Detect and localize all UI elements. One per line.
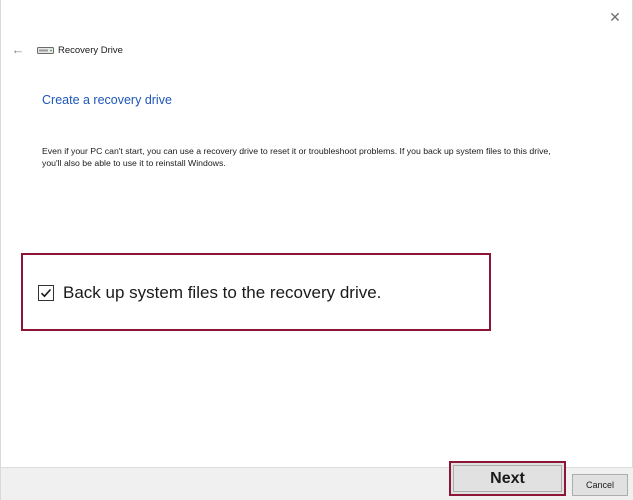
cancel-button-label: Cancel xyxy=(585,480,614,490)
next-button[interactable]: Next xyxy=(449,461,566,496)
cancel-button[interactable]: Cancel xyxy=(572,474,628,496)
back-arrow-icon[interactable]: ← xyxy=(9,41,27,59)
backup-system-files-option[interactable]: Back up system files to the recovery dri… xyxy=(38,283,381,303)
backup-checkbox[interactable] xyxy=(38,285,54,301)
window-title: Recovery Drive xyxy=(58,44,123,56)
close-icon[interactable]: ✕ xyxy=(606,8,624,26)
recovery-drive-window: ✕ ← Recovery Drive Create a recovery dri… xyxy=(0,0,633,500)
drive-icon xyxy=(37,47,54,54)
next-button-label: Next xyxy=(490,469,525,487)
title-row: ← Recovery Drive xyxy=(9,40,123,60)
page-heading: Create a recovery drive xyxy=(42,93,172,107)
checkmark-icon xyxy=(40,288,52,298)
description-text: Even if your PC can't start, you can use… xyxy=(42,146,551,168)
backup-checkbox-label[interactable]: Back up system files to the recovery dri… xyxy=(63,283,381,303)
